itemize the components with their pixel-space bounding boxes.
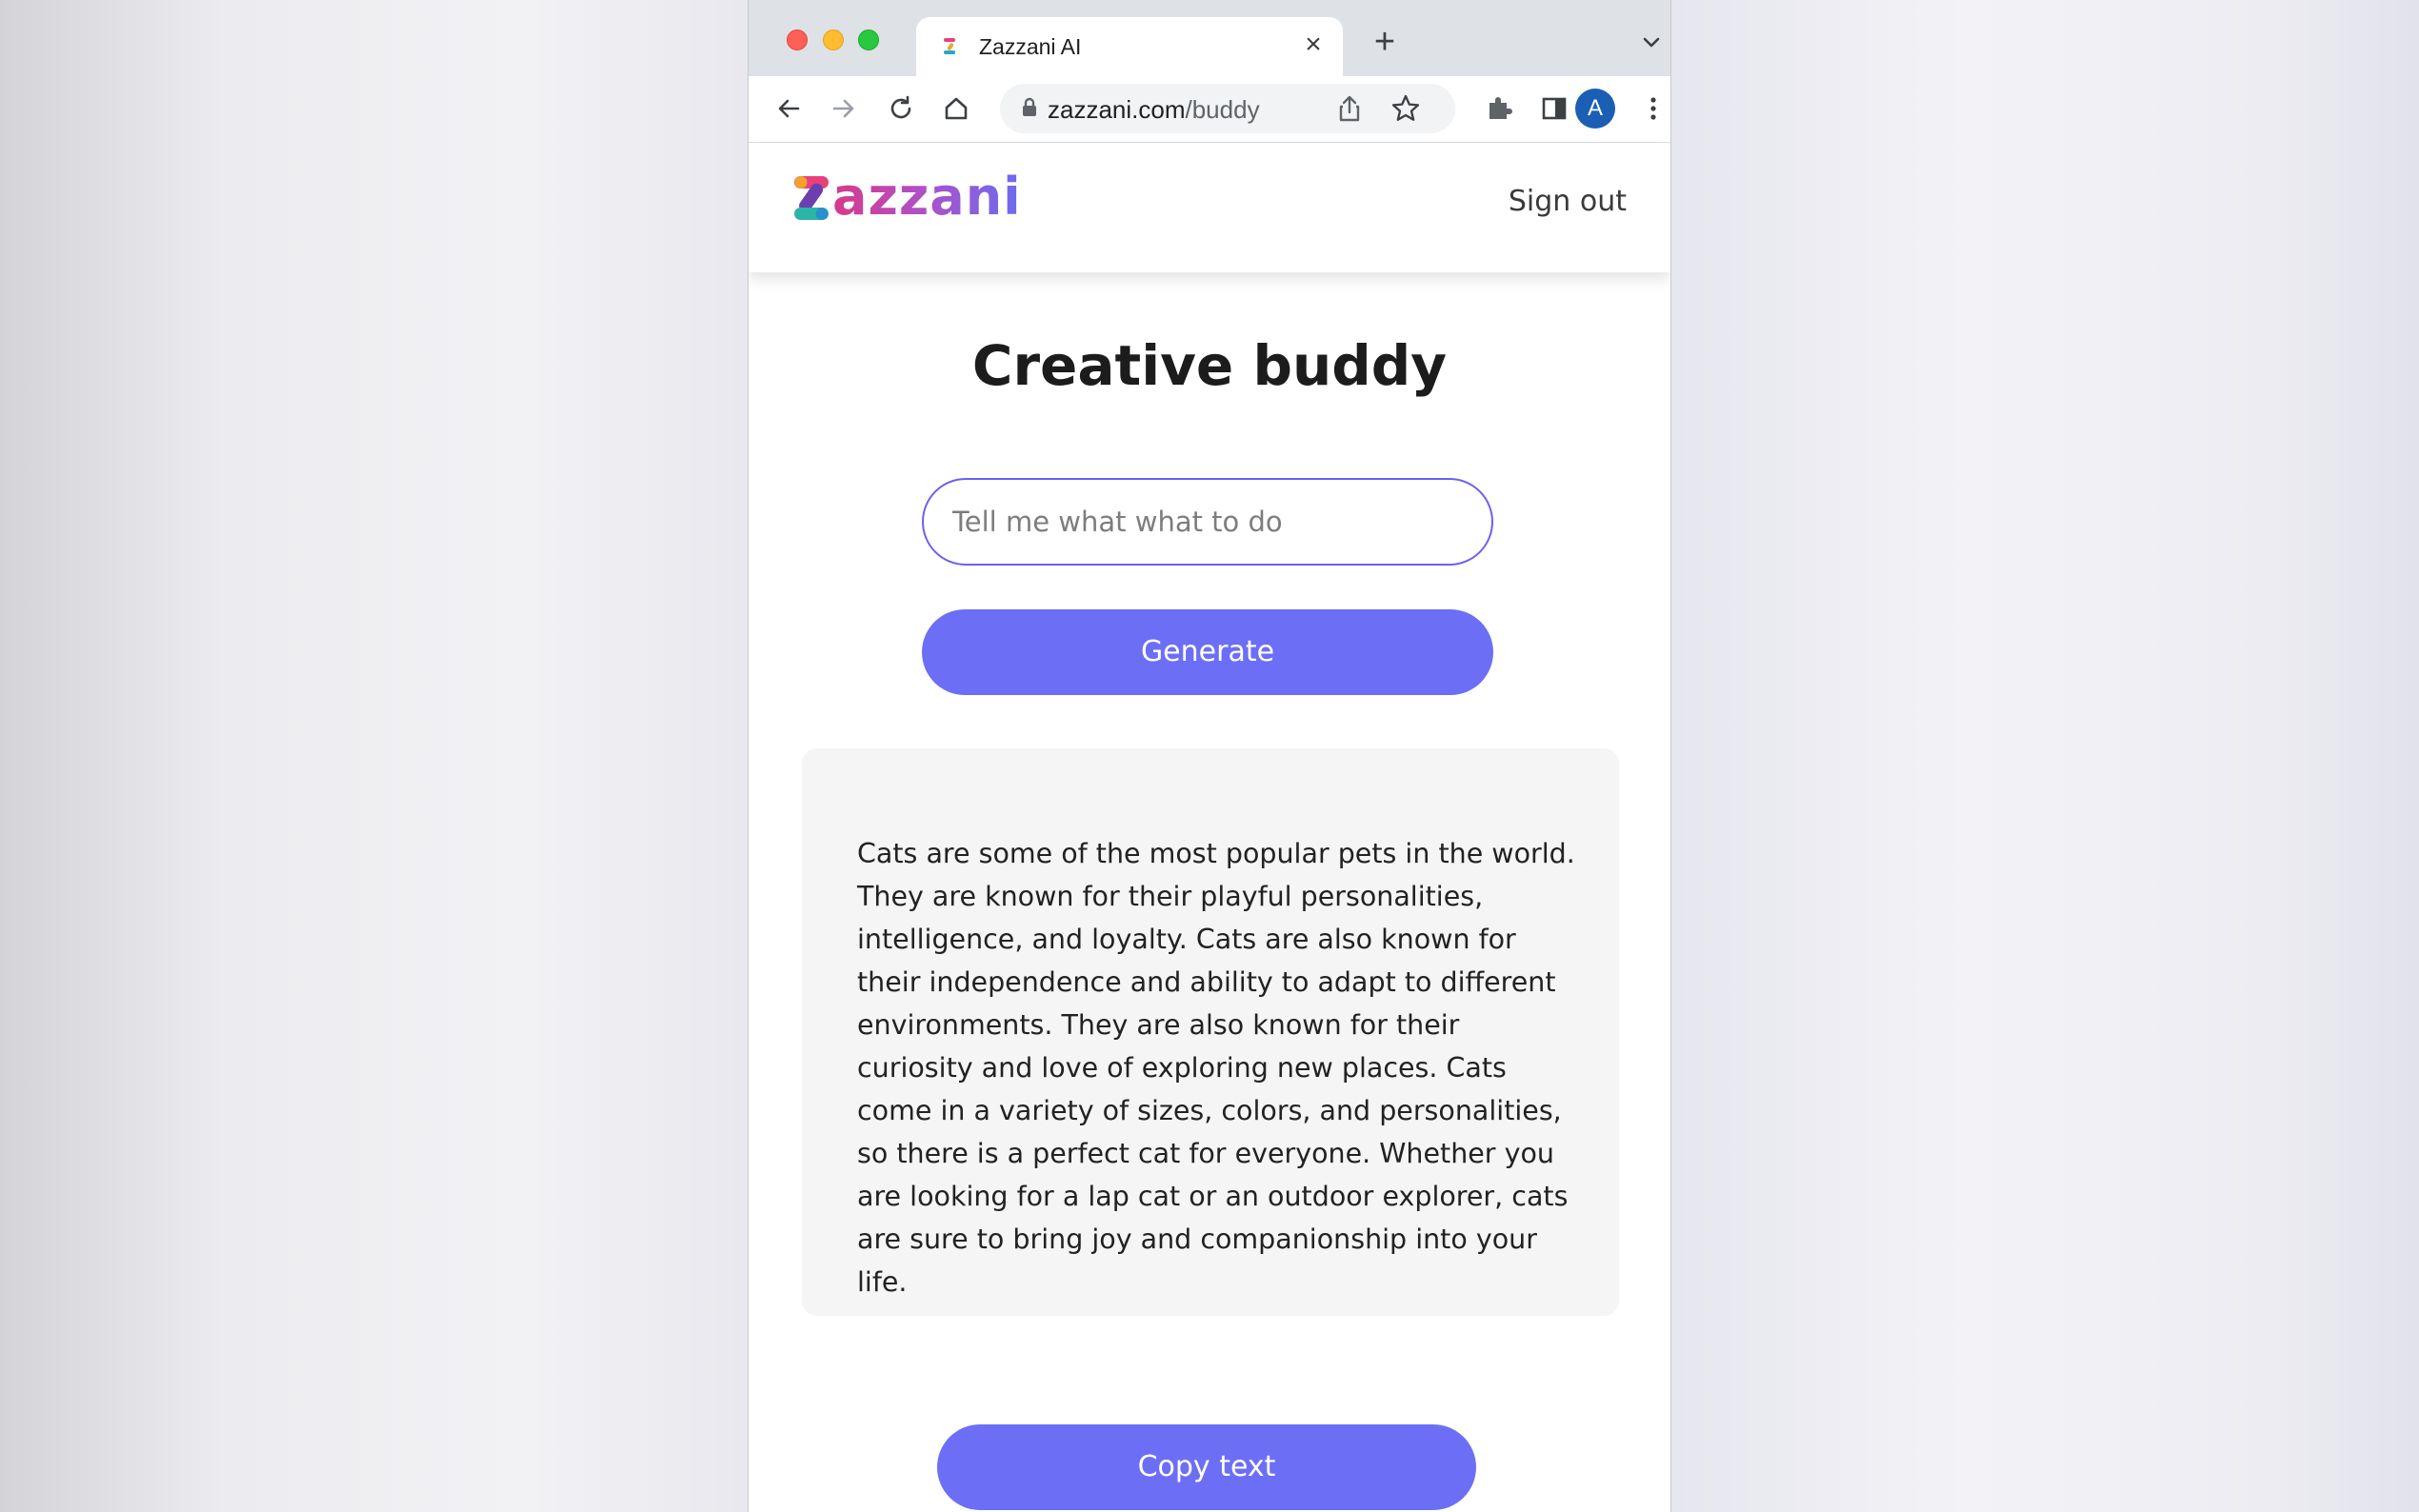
more-vertical-icon[interactable] bbox=[1636, 91, 1670, 126]
url-text[interactable]: zazzani.com/buddy bbox=[1048, 95, 1260, 125]
result-panel: Cats are some of the most popular pets i… bbox=[802, 748, 1619, 1316]
profile-avatar[interactable]: A bbox=[1575, 89, 1615, 129]
browser-titlebar: Zazzani AI × + bbox=[749, 0, 1670, 76]
zazzani-logo-mark-icon bbox=[794, 176, 829, 220]
zazzani-favicon-icon bbox=[944, 38, 955, 54]
generate-button[interactable]: Generate bbox=[922, 609, 1493, 695]
side-panel-icon[interactable] bbox=[1537, 91, 1571, 126]
copy-text-button[interactable]: Copy text bbox=[937, 1424, 1476, 1510]
app-header: azzani Sign out bbox=[749, 143, 1670, 272]
extensions-puzzle-icon[interactable] bbox=[1482, 91, 1516, 126]
zazzani-logo[interactable]: azzani bbox=[792, 166, 1022, 227]
page-title: Creative buddy bbox=[971, 333, 1448, 398]
reload-icon[interactable] bbox=[884, 91, 918, 126]
plus-icon[interactable]: + bbox=[1366, 23, 1404, 61]
prompt-input[interactable] bbox=[922, 478, 1493, 566]
browser-tab-active[interactable]: Zazzani AI × bbox=[916, 17, 1343, 76]
back-arrow-icon[interactable] bbox=[771, 91, 806, 126]
browser-toolbar: zazzani.com/buddy A bbox=[749, 76, 1670, 143]
close-icon[interactable]: × bbox=[1297, 29, 1329, 61]
window-close-button[interactable] bbox=[787, 30, 808, 50]
address-bar[interactable]: zazzani.com/buddy bbox=[1000, 84, 1455, 133]
result-text: Cats are some of the most popular pets i… bbox=[857, 838, 1575, 1298]
tab-title: Zazzani AI bbox=[979, 34, 1082, 59]
forward-arrow-icon[interactable] bbox=[827, 91, 861, 126]
desktop-background-right bbox=[1670, 0, 2419, 1512]
desktop-background-left bbox=[0, 0, 749, 1512]
share-icon[interactable] bbox=[1335, 93, 1364, 124]
chevron-down-icon[interactable] bbox=[1638, 29, 1665, 55]
window-maximize-button[interactable] bbox=[858, 30, 879, 50]
window-minimize-button[interactable] bbox=[823, 30, 844, 50]
sign-out-link[interactable]: Sign out bbox=[1509, 185, 1627, 218]
home-icon[interactable] bbox=[939, 91, 973, 126]
lock-icon[interactable] bbox=[1021, 97, 1038, 118]
logo-wordmark: azzani bbox=[832, 166, 1022, 227]
browser-window: Zazzani AI × + zazzani.com/buddy A azzan… bbox=[749, 0, 1670, 1512]
star-icon[interactable] bbox=[1390, 93, 1421, 124]
